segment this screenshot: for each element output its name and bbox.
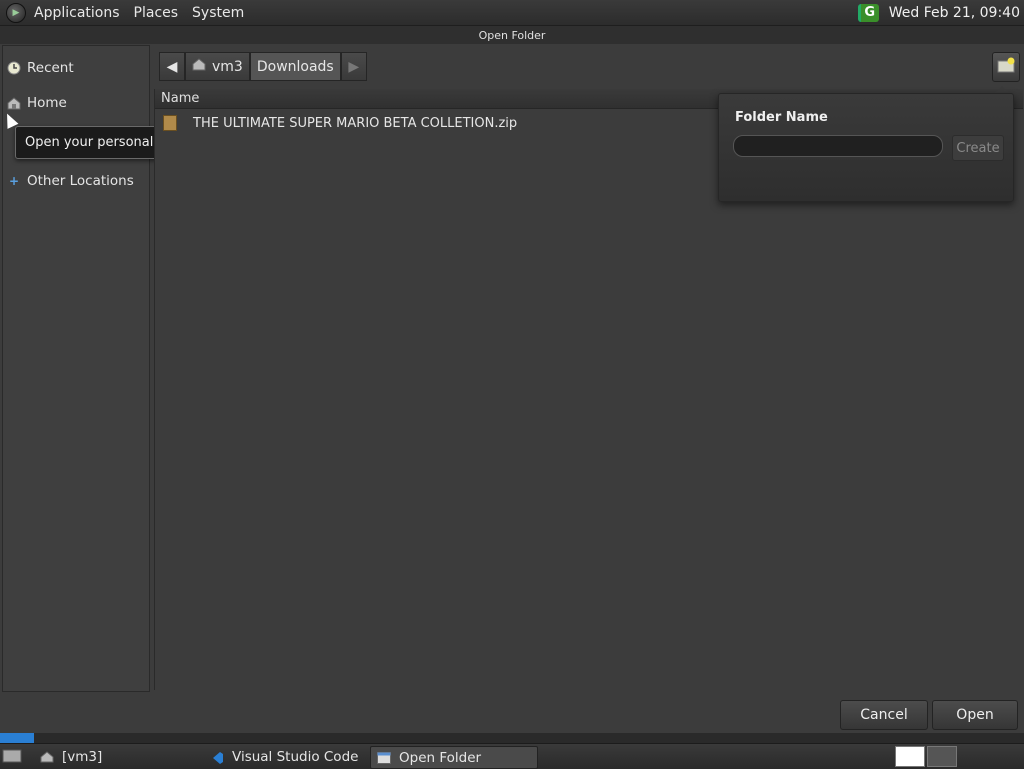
cancel-button[interactable]: Cancel [840,700,928,730]
vscode-icon [210,751,224,764]
chevron-left-icon: ◀ [166,58,178,75]
path-segment-label: vm3 [212,58,243,75]
menu-places[interactable]: Places [134,5,179,21]
sidebar-item-other-locations[interactable]: + Other Locations [7,170,134,192]
task-label: [vm3] [62,748,103,765]
desktop-icon [2,747,22,767]
top-panel-tray: G Wed Feb 21, 09:40 [857,0,1020,25]
home-icon [40,750,54,763]
path-scroll-left-button[interactable]: ◀ [159,52,185,81]
menu-applications[interactable]: Applications [34,5,120,21]
dialog-titlebar: Open Folder [0,26,1024,44]
sidebar-item-label: Other Locations [27,173,134,189]
archive-file-icon [163,115,177,131]
chevron-right-icon: ▶ [348,58,360,75]
task-visual-studio-code[interactable]: Visual Studio Code [204,746,366,767]
path-segment-vm3[interactable]: vm3 [185,52,250,81]
task-label: Open Folder [399,749,482,766]
clock[interactable]: Wed Feb 21, 09:40 [889,5,1020,21]
app-menu-icon[interactable]: ▶ [6,2,26,23]
popover-title: Folder Name [735,110,828,125]
sidebar-item-label: Recent [27,60,74,76]
workspace-2-button[interactable] [927,746,957,767]
dialog-title: Open Folder [478,28,546,42]
open-button[interactable]: Open [932,700,1018,730]
background-window-strip [0,733,1024,743]
task-vm3[interactable]: [vm3] [34,746,200,767]
home-icon [7,96,21,110]
folder-name-input[interactable] [733,135,943,157]
update-manager-icon[interactable]: G [857,3,879,22]
top-panel: ▶ Applications Places System G Wed Feb 2… [0,0,1024,26]
clock-icon [7,61,21,75]
plus-icon: + [8,174,20,188]
sidebar-item-label: Home [27,95,67,111]
path-bar: ◀ vm3 Downloads ▶ [159,52,367,81]
home-icon [192,58,206,75]
new-folder-icon [997,57,1015,77]
path-scroll-right-button[interactable]: ▶ [340,52,367,81]
task-open-folder[interactable]: Open Folder [370,746,538,769]
window-icon [377,751,391,764]
path-segment-label: Downloads [256,58,334,75]
show-desktop-button[interactable] [2,746,30,767]
file-name: THE ULTIMATE SUPER MARIO BETA COLLETION.… [193,115,518,131]
task-label: Visual Studio Code [232,748,359,765]
new-folder-popover: Folder Name Create [718,93,1014,202]
sidebar-item-home[interactable]: Home [7,92,67,114]
column-header-label: Name [161,91,200,106]
path-segment-downloads[interactable]: Downloads [249,52,341,81]
create-button[interactable]: Create [952,135,1004,161]
new-folder-button[interactable] [992,52,1020,82]
file-row[interactable]: THE ULTIMATE SUPER MARIO BETA COLLETION.… [163,115,517,131]
workspace-1-button[interactable] [895,746,925,767]
menu-system[interactable]: System [192,5,244,21]
sidebar-item-recent[interactable]: Recent [7,57,74,79]
vscode-status-accent [0,733,34,743]
taskbar: [vm3] Visual Studio Code Open Folder [0,743,1024,769]
